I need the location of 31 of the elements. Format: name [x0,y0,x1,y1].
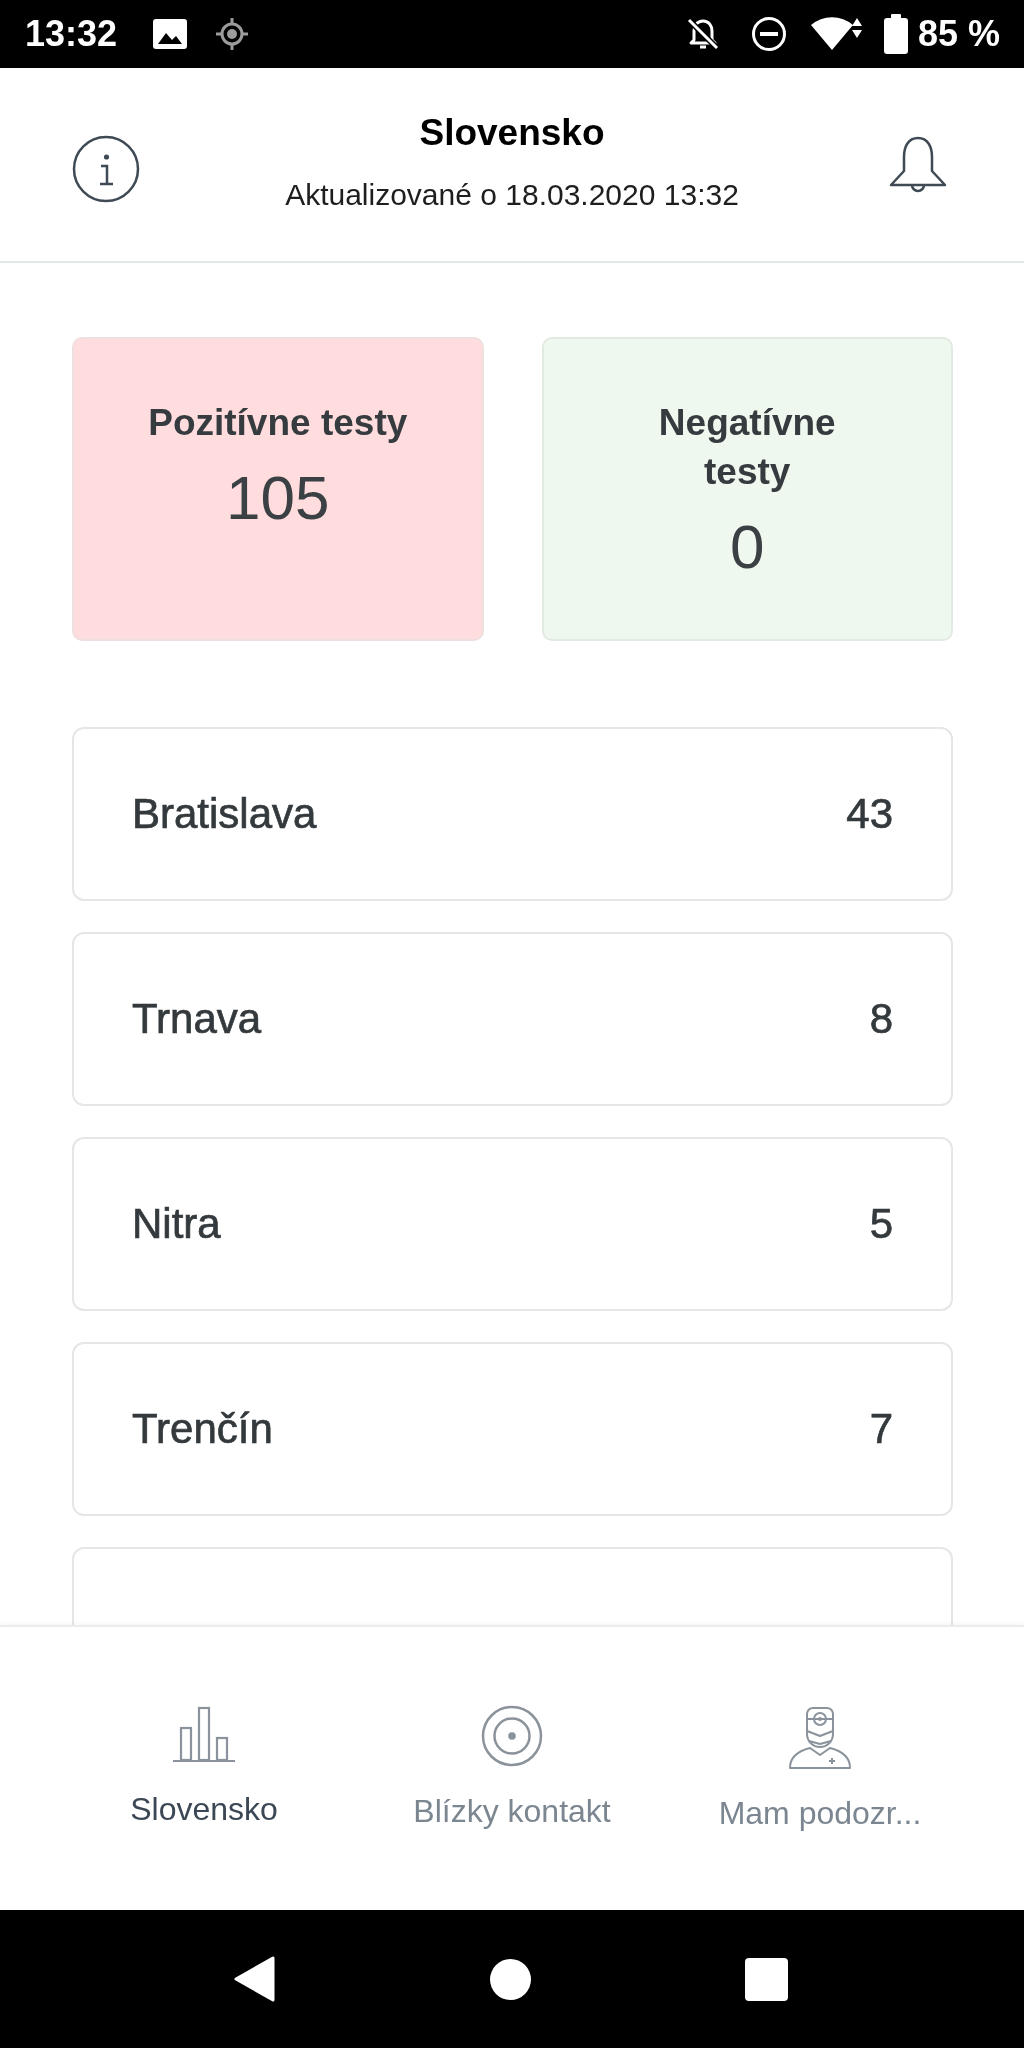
doctor-icon [788,1705,852,1769]
stat-value: 105 [226,467,330,529]
back-icon[interactable] [233,1956,275,2002]
region-count: 8 [869,994,893,1044]
info-icon[interactable] [72,134,140,203]
wifi-icon [808,16,863,52]
stat-label: Negatívne testy [657,401,837,494]
region-name: Nitra [132,1199,221,1249]
region-name: Trenčín [132,1404,273,1454]
region-count: 5 [869,1199,893,1249]
status-time: 13:32 [25,14,118,54]
battery-icon [883,14,908,54]
region-name: Bratislava [132,789,317,839]
stat-label: Pozitívne testy [148,401,408,445]
recents-icon[interactable] [744,1957,788,2001]
nav-tab[interactable]: Mam podozr... [706,1695,934,1843]
nav-tab[interactable]: Blízky kontakt [401,1695,623,1841]
battery-percent: 85 % [917,14,1000,54]
nav-tab[interactable]: Slovensko [118,1695,290,1839]
target-icon [481,1705,543,1767]
image-icon [153,19,188,49]
region-count: 43 [846,789,893,839]
do-not-disturb-icon [750,16,787,52]
crosshair-icon [215,17,250,51]
region-count: 7 [869,1404,893,1454]
region-name: Trnava [132,994,262,1044]
bar-chart-icon [173,1705,235,1765]
stat-value: 0 [730,516,765,578]
header-title: Slovensko [419,110,605,155]
last-updated-text: Aktualizované o 18.03.2020 13:32 [285,176,739,213]
home-icon[interactable] [489,1958,531,2000]
